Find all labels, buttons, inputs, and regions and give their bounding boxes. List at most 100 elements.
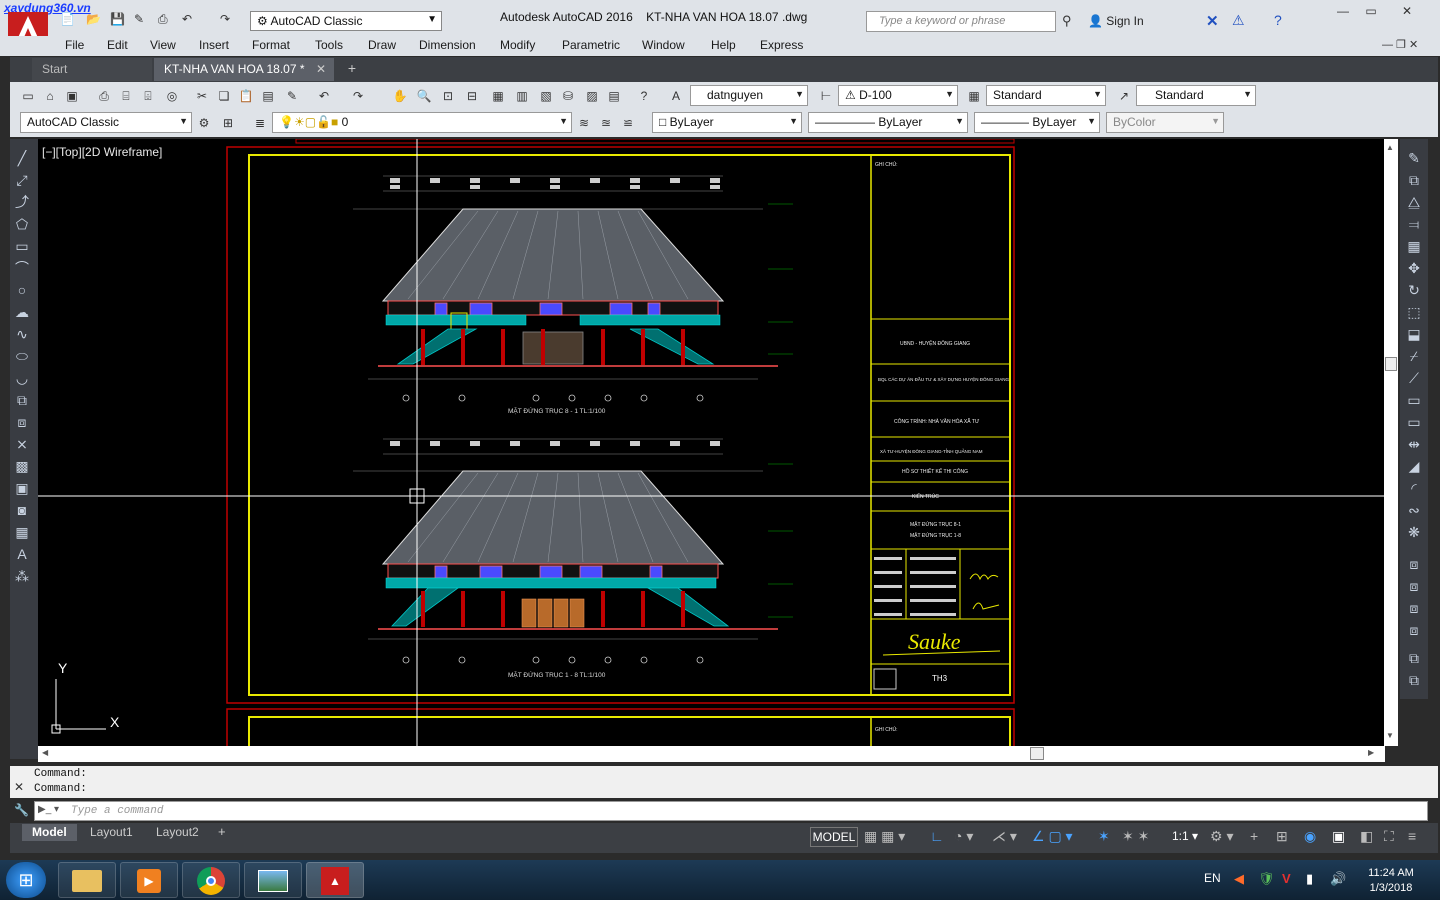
point-icon[interactable]: ⨯ xyxy=(12,434,32,454)
break-icon[interactable]: ▭ xyxy=(1404,412,1424,432)
customize-icon[interactable]: 🔧 xyxy=(14,803,29,817)
a360-icon[interactable]: ⚠ xyxy=(1232,12,1245,29)
exchange-icon[interactable]: ✕ xyxy=(1206,12,1219,30)
text-style-dropdown[interactable]: datnguyen ▼ xyxy=(690,85,808,106)
markup-icon[interactable]: ▨ xyxy=(584,88,600,104)
menu-format[interactable]: Format xyxy=(252,38,290,52)
menu-parametric[interactable]: Parametric xyxy=(562,38,620,52)
explorer-taskbar-icon[interactable] xyxy=(58,862,116,898)
menu-draw[interactable]: Draw xyxy=(368,38,396,52)
array-icon[interactable]: ▦ xyxy=(1404,236,1424,256)
customization-menu-icon[interactable]: ≡ xyxy=(1408,828,1416,844)
region-icon[interactable]: ◙ xyxy=(12,500,32,520)
plotstyle-dropdown[interactable]: ByColor ▼ xyxy=(1106,112,1224,133)
scroll-right-icon[interactable]: ▶ xyxy=(1368,748,1374,757)
draworder-under-icon[interactable]: ⧈ xyxy=(1404,620,1424,640)
clean-screen-icon[interactable]: ⛶ xyxy=(1384,828,1394,845)
make-current-icon[interactable]: ≋ xyxy=(576,115,592,131)
close-tab-icon[interactable]: ✕ xyxy=(316,62,326,76)
volume-icon[interactable]: 🔊 xyxy=(1330,871,1346,887)
network-icon[interactable]: ▮ xyxy=(1306,871,1313,887)
join-icon[interactable]: ⇹ xyxy=(1404,434,1424,454)
lineweight-dropdown[interactable]: ———— ByLayer ▼ xyxy=(974,112,1100,133)
workspace-settings-icon[interactable]: ⚙ xyxy=(196,115,212,131)
new-icon[interactable]: 📄 xyxy=(60,12,76,28)
publish-icon[interactable]: ⌹ xyxy=(140,88,156,104)
close-command-icon[interactable]: ✕ xyxy=(14,780,24,794)
draworder-above-icon[interactable]: ⧈ xyxy=(1404,598,1424,618)
annotation-monitor-icon[interactable]: + xyxy=(1250,828,1258,844)
fillet-icon[interactable]: ◜ xyxy=(1404,478,1424,498)
line-tool-icon[interactable]: ╱ xyxy=(12,148,32,168)
redo-toolbar-icon[interactable]: ↷ xyxy=(350,88,366,104)
vertical-scrollbar[interactable]: ▲ ▼ xyxy=(1384,139,1398,746)
close-button[interactable]: ✕ xyxy=(1394,4,1420,22)
tray-security-icon[interactable]: 🛡 xyxy=(1258,871,1275,887)
save-icon[interactable]: 💾 xyxy=(110,12,126,28)
pan-icon[interactable]: ✋ xyxy=(392,88,408,104)
maximize-button[interactable]: ▭ xyxy=(1358,4,1384,22)
sign-in-button[interactable]: 👤 Sign In xyxy=(1088,14,1144,28)
autocad-taskbar-icon[interactable]: ▲ xyxy=(306,862,364,898)
tool-palettes-icon[interactable]: ▧ xyxy=(538,88,554,104)
offset-icon[interactable]: ⫤ xyxy=(1404,214,1424,234)
menu-file[interactable]: File xyxy=(65,38,84,52)
draworder-front-icon[interactable]: ⧈ xyxy=(1404,554,1424,574)
match-properties-icon[interactable]: ✎ xyxy=(284,88,300,104)
undo-toolbar-icon[interactable]: ↶ xyxy=(316,88,332,104)
open-file-icon[interactable]: ⌂ xyxy=(42,88,58,104)
quick-properties-icon[interactable]: ◉ xyxy=(1304,828,1316,845)
command-input[interactable]: Type a command xyxy=(34,801,1428,821)
print-icon[interactable]: ⎙ xyxy=(96,88,112,104)
paste-icon[interactable]: 📋 xyxy=(238,88,254,104)
language-indicator[interactable]: EN xyxy=(1204,871,1221,885)
menu-insert[interactable]: Insert xyxy=(199,38,229,52)
text-front-icon[interactable]: ⧉ xyxy=(1404,648,1424,668)
explode-icon[interactable]: ❋ xyxy=(1404,522,1424,542)
move-icon[interactable]: ✥ xyxy=(1404,258,1424,278)
menu-tools[interactable]: Tools xyxy=(315,38,343,52)
chrome-taskbar-icon[interactable] xyxy=(182,862,240,898)
horizontal-scrollbar[interactable]: ◀ ▶ xyxy=(38,746,1385,762)
layer-dropdown[interactable]: 💡☀▢🔓■ 0 ▼ xyxy=(272,112,572,133)
saveas-icon[interactable]: ✎ xyxy=(134,12,150,28)
model-space-button[interactable]: MODEL xyxy=(810,827,858,847)
erase-icon[interactable]: ✎ xyxy=(1404,148,1424,168)
tab-model[interactable]: Model xyxy=(22,824,77,841)
a360-share-icon[interactable]: ◎ xyxy=(164,88,180,104)
hatch-back-icon[interactable]: ⧉ xyxy=(1404,670,1424,690)
binoculars-icon[interactable]: ⚲ xyxy=(1062,13,1072,29)
text-style-icon[interactable]: A xyxy=(668,88,684,104)
add-layout-button[interactable]: + xyxy=(218,824,226,839)
layer-properties-icon[interactable]: ⊞ xyxy=(220,115,236,131)
table-style-icon[interactable]: ▦ xyxy=(966,88,982,104)
construction-line-icon[interactable]: ⤢ xyxy=(12,170,32,190)
open-icon[interactable]: 📂 xyxy=(86,12,102,28)
media-player-taskbar-icon[interactable]: ▶ xyxy=(120,862,178,898)
layer-match-icon[interactable]: ≌ xyxy=(620,115,636,131)
osnap-tracking-icon[interactable]: ∠ ▢ ▾ xyxy=(1032,828,1073,845)
scale-dropdown[interactable]: 1:1 ▾ xyxy=(1172,829,1198,843)
scroll-left-icon[interactable]: ◀ xyxy=(42,748,48,757)
chamfer-icon[interactable]: ◢ xyxy=(1404,456,1424,476)
tab-layout1[interactable]: Layout1 xyxy=(80,824,143,841)
search-input[interactable]: Type a keyword or phrase xyxy=(866,11,1056,32)
new-tab-button[interactable]: + xyxy=(343,61,361,77)
extend-icon[interactable]: ⟋ xyxy=(1404,368,1424,388)
grid-icon[interactable]: ▦ ▦ ▾ xyxy=(864,828,905,845)
help-toolbar-icon[interactable]: ? xyxy=(636,88,652,104)
minimize-button[interactable]: — xyxy=(1330,4,1356,22)
table-style-dropdown[interactable]: Standard ▼ xyxy=(986,85,1106,106)
menu-modify[interactable]: Modify xyxy=(500,38,535,52)
spline-icon[interactable]: ∿ xyxy=(12,324,32,344)
tray-app-icon[interactable]: ◀ xyxy=(1234,871,1244,887)
zoom-previous-icon[interactable]: ⊟ xyxy=(464,88,480,104)
hatch-icon[interactable]: ▩ xyxy=(12,456,32,476)
layer-previous-icon[interactable]: ≊ xyxy=(598,115,614,131)
menu-express[interactable]: Express xyxy=(760,38,803,52)
ellipse-arc-icon[interactable]: ◡ xyxy=(12,368,32,388)
menu-window[interactable]: Window xyxy=(642,38,685,52)
system-clock[interactable]: 11:24 AM 1/3/2018 xyxy=(1356,866,1426,896)
horizontal-scroll-thumb[interactable] xyxy=(1030,747,1044,760)
gradient-icon[interactable]: ▣ xyxy=(12,478,32,498)
